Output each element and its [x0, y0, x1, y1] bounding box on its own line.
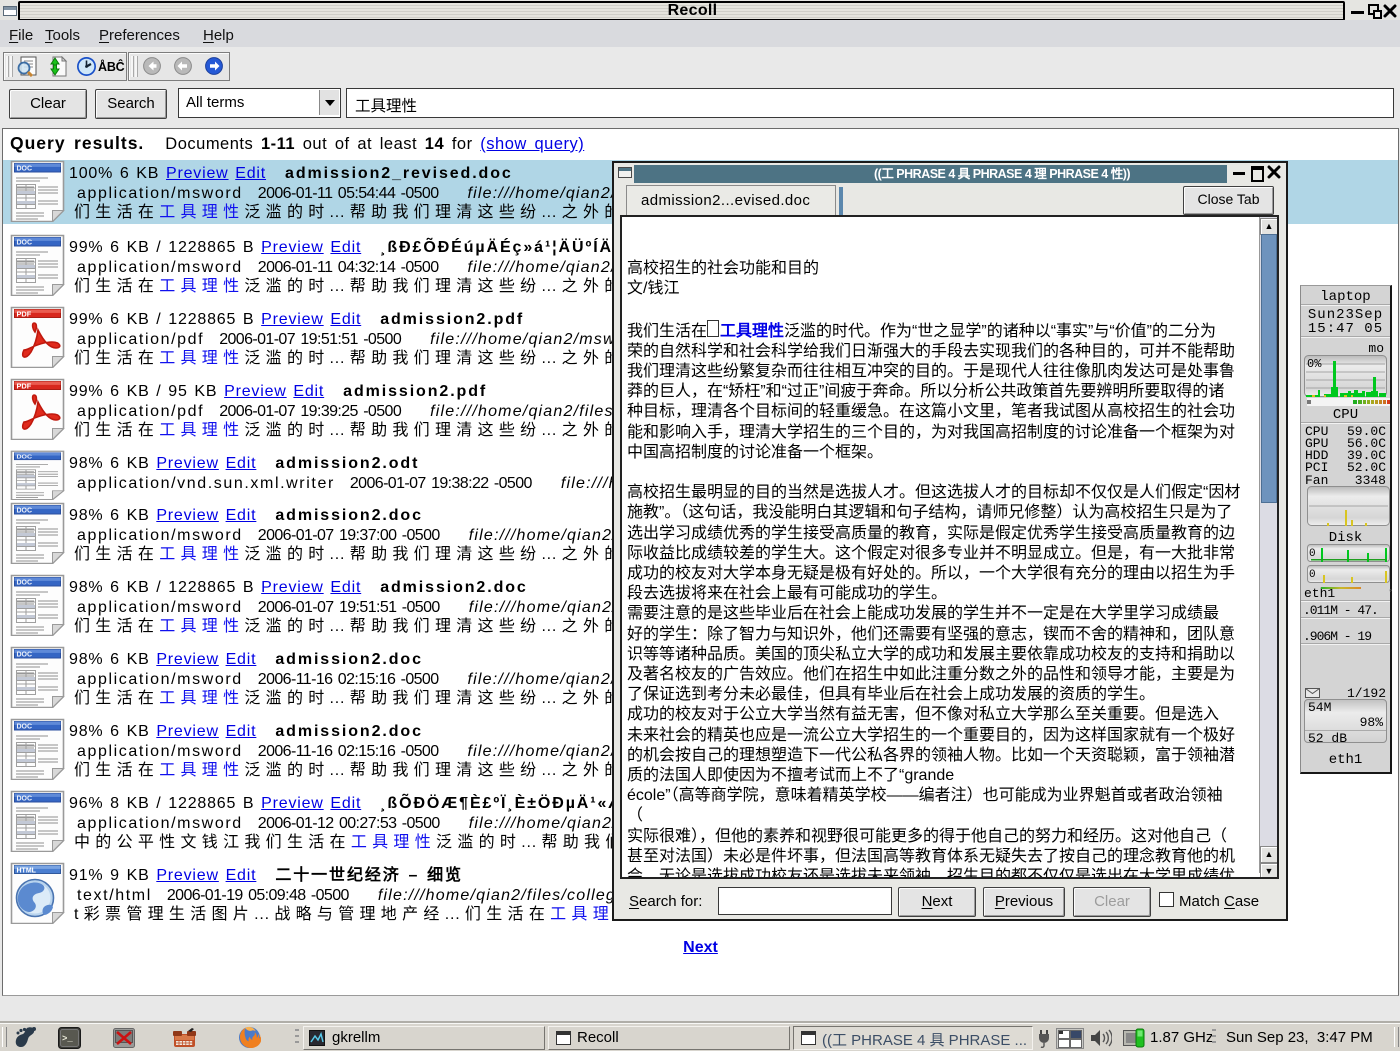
svg-text:>_: >_ [62, 1034, 73, 1044]
svg-text:0: 0 [1309, 569, 1316, 581]
svg-text:0%: 0% [1307, 357, 1322, 371]
svg-text:0: 0 [1309, 548, 1316, 560]
